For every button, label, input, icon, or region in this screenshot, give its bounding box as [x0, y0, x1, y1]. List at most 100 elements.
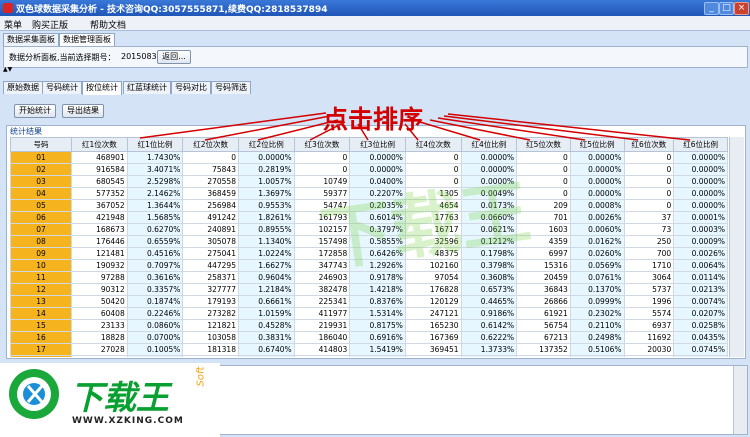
column-header-11[interactable]: 红6位次数: [623, 137, 675, 152]
table-cell: 11692: [623, 331, 675, 344]
tab-raw-data[interactable]: 原始数据: [3, 81, 43, 94]
table-row[interactable]: 17 27028 0.1005% 181318 0.6740% 414803 1.5419%…: [10, 343, 728, 356]
column-header-12[interactable]: 红6位比例: [673, 137, 728, 152]
table-cell: 0.3831%: [237, 331, 295, 344]
table-cell: 1.3733%: [460, 343, 518, 356]
table-cell: 0.0003%: [673, 223, 728, 236]
table-cell: 67213: [516, 331, 571, 344]
row-number-cell: 17: [10, 343, 73, 356]
table-row[interactable]: 16 18828 0.0700% 103058 0.3831% 186040 0.6916%…: [10, 331, 728, 344]
table-cell: 1710: [623, 259, 675, 272]
table-cell: 916584: [71, 163, 128, 176]
table-cell: 181318: [182, 343, 239, 356]
table-row[interactable]: 15 23133 0.0860% 121821 0.4528% 219931 0.8175%…: [10, 319, 728, 332]
column-header-9[interactable]: 红5位次数: [516, 137, 571, 152]
column-header-2[interactable]: 红1位比例: [126, 137, 184, 152]
table-cell: 0.0001%: [673, 211, 728, 224]
tab-data-collection[interactable]: 数据采集面板: [3, 33, 59, 46]
column-header-10[interactable]: 红5位比例: [569, 137, 625, 152]
table-cell: 250: [623, 235, 675, 248]
table-cell: 120129: [404, 295, 462, 308]
table-cell: 0.8175%: [349, 319, 406, 332]
column-header-4[interactable]: 红2位比例: [237, 137, 295, 152]
tab-position-stats[interactable]: 按位统计: [82, 81, 122, 95]
tab-number-stats[interactable]: 号码统计: [42, 81, 82, 94]
table-cell: 0.0435%: [673, 331, 728, 344]
collapse-arrows-icon[interactable]: ▲▼: [3, 67, 12, 73]
tab-number-compare[interactable]: 号码对比: [171, 81, 211, 94]
table-row[interactable]: 18105220.0391%1056310.3927%3336551.2403%…: [10, 355, 728, 357]
table-cell: 176446: [71, 235, 128, 248]
table-cell: 258371: [182, 271, 239, 284]
table-cell: 1.7430%: [126, 151, 184, 164]
table-cell: 121481: [71, 247, 128, 260]
table-cell: 73: [623, 223, 675, 236]
table-cell: 0.0064%: [673, 259, 728, 272]
table-row[interactable]: 02 916584 3.4071% 75843 0.2819% 0 0.0000% 0 0.00…: [10, 163, 728, 176]
back-button[interactable]: 返回...: [157, 50, 191, 64]
table-cell: 23133: [71, 319, 128, 332]
table-cell: 0.6559%: [126, 235, 184, 248]
table-cell: 367052: [71, 199, 128, 212]
table-cell: 0.6661%: [237, 295, 295, 308]
column-header-8[interactable]: 红4位比例: [460, 137, 518, 152]
tab-data-management[interactable]: 数据管理面板: [59, 33, 115, 47]
column-header-5[interactable]: 红3位次数: [293, 137, 351, 152]
log-scrollbar[interactable]: [733, 366, 747, 434]
tab-number-filter[interactable]: 号码筛选: [211, 81, 251, 94]
table-row[interactable]: 01 468901 1.7430% 0 0.0000% 0 0.0000% 0 0.0000% 0…: [10, 151, 728, 164]
table-cell: 0.0060%: [569, 223, 625, 236]
minimize-button[interactable]: _: [704, 2, 719, 15]
tab-red-blue-stats[interactable]: 红蓝球统计: [123, 81, 171, 94]
table-row[interactable]: 14 60408 0.2246% 273282 1.0159% 411977 1.5314%…: [10, 307, 728, 320]
table-cell: 1.3644%: [126, 199, 184, 212]
table-cell: 36843: [516, 283, 571, 296]
table-cell: 0.1005%: [126, 343, 184, 356]
table-cell: 5737: [623, 283, 675, 296]
start-stats-button[interactable]: 开始统计: [14, 104, 56, 118]
table-cell: 0.7097%: [126, 259, 184, 272]
table-cell: 5574: [623, 307, 675, 320]
table-cell: 0.0207%: [673, 307, 728, 320]
logo-icon: [9, 369, 59, 419]
results-label: 统计结果: [10, 127, 42, 136]
table-cell: 37: [623, 211, 675, 224]
export-results-button[interactable]: 导出结果: [62, 104, 104, 118]
table-cell: 0.0260%: [569, 247, 625, 260]
column-header-1[interactable]: 红1位次数: [71, 137, 128, 152]
table-cell: 414803: [293, 343, 351, 356]
menu-item-help[interactable]: 帮助文档: [90, 18, 126, 31]
column-header-3[interactable]: 红2位次数: [182, 137, 239, 152]
table-cell: 0.0391%: [126, 355, 184, 357]
table-cell: 171567: [516, 355, 571, 357]
table-cell: 0.6222%: [460, 331, 518, 344]
column-header-6[interactable]: 红3位比例: [349, 137, 406, 152]
table-cell: 0.0026%: [569, 211, 625, 224]
table-cell: 0.0000%: [569, 151, 625, 164]
menu-item-menu[interactable]: 菜单: [4, 18, 22, 31]
table-cell: 2.1462%: [126, 187, 184, 200]
row-number-cell: 05: [10, 199, 73, 212]
table-cell: 0.0000%: [349, 151, 406, 164]
table-cell: 273282: [182, 307, 239, 320]
row-number-cell: 01: [10, 151, 73, 164]
table-cell: 26866: [516, 295, 571, 308]
row-number-cell: 11: [10, 271, 73, 284]
table-cell: 0.3357%: [126, 283, 184, 296]
close-button[interactable]: ×: [734, 2, 749, 15]
column-header-7[interactable]: 红4位次数: [404, 137, 462, 152]
logo: 下载王 Soft WWW.XZKING.COM: [0, 363, 220, 437]
maximize-button[interactable]: □: [719, 2, 734, 15]
menu-item-buy[interactable]: 购买正版: [32, 18, 68, 31]
table-cell: 256984: [182, 199, 239, 212]
table-cell: 0.0999%: [569, 295, 625, 308]
table-cell: 0.2110%: [569, 319, 625, 332]
table-row[interactable]: 13 50420 0.1874% 179193 0.6661% 225341 0.8376%…: [10, 295, 728, 308]
table-cell: 0: [182, 151, 239, 164]
table-cell: 18828: [71, 331, 128, 344]
table-row[interactable]: 12 90312 0.3357% 327777 1.2184% 382478 1.4218%…: [10, 283, 728, 296]
column-header-0[interactable]: 号码: [10, 137, 73, 152]
table-cell: 0: [293, 163, 351, 176]
vertical-scrollbar[interactable]: [729, 137, 744, 357]
table-cell: 0.0258%: [673, 319, 728, 332]
